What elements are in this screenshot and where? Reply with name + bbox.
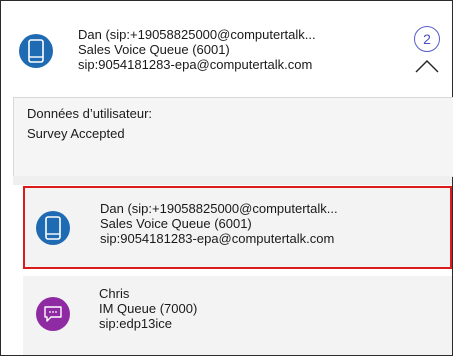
chevron-up-icon[interactable]: [415, 59, 439, 73]
interaction-count-badge[interactable]: 2: [414, 26, 440, 52]
sip-address-line: sip:edp13ice: [99, 316, 172, 331]
user-data-value: Survey Accepted: [27, 126, 125, 141]
caller-name-line: Dan (sip:+19058825000@computertalk...: [78, 27, 316, 42]
sip-address-line: sip:9054181283-epa@computertalk.com: [78, 57, 313, 72]
card-caller-info: Dan (sip:+19058825000@computertalk... Sa…: [100, 201, 338, 246]
header-caller-info: Dan (sip:+19058825000@computertalk... Sa…: [78, 27, 316, 72]
queue-line: Sales Voice Queue (6001): [100, 216, 252, 231]
chat-bubble-icon: [36, 297, 70, 331]
user-data-panel: Données d’utilisateur: Survey Accepted: [13, 97, 453, 177]
queue-line: IM Queue (7000): [99, 301, 198, 316]
interaction-card[interactable]: Chris IM Queue (7000) sip:edp13ice: [23, 276, 452, 355]
interaction-panel: Dan (sip:+19058825000@computertalk... Sa…: [0, 0, 453, 356]
card-caller-info: Chris IM Queue (7000) sip:edp13ice: [99, 286, 197, 331]
queue-line: Sales Voice Queue (6001): [78, 42, 230, 57]
sip-address-line: sip:9054181283-epa@computertalk.com: [100, 231, 335, 246]
user-data-label: Données d’utilisateur:: [27, 106, 153, 121]
mobile-phone-icon: [36, 211, 70, 245]
caller-name-line: Dan (sip:+19058825000@computertalk...: [100, 201, 338, 216]
mobile-phone-icon: [19, 34, 53, 68]
interaction-card-selected[interactable]: Dan (sip:+19058825000@computertalk... Sa…: [23, 186, 452, 269]
active-interaction-header[interactable]: Dan (sip:+19058825000@computertalk... Sa…: [2, 2, 451, 88]
list-separator: [13, 176, 452, 185]
caller-name-line: Chris: [99, 286, 130, 301]
